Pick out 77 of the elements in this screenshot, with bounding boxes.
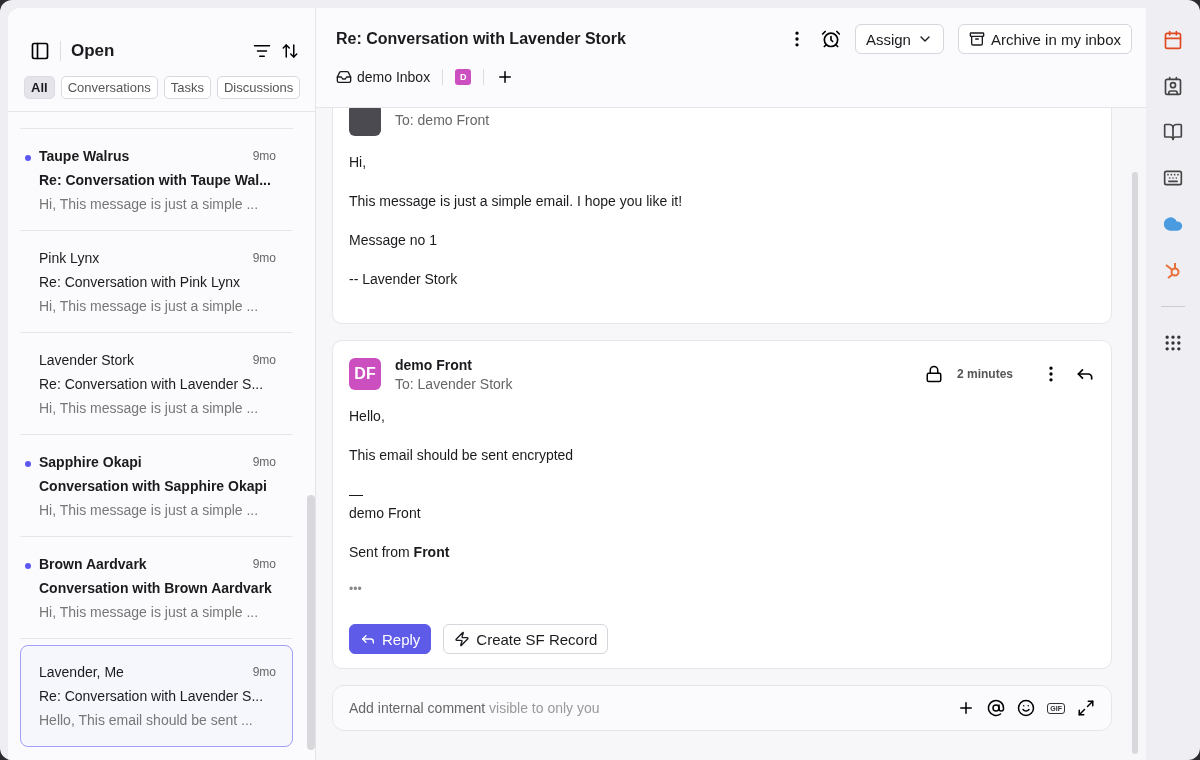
reply-button[interactable]: Reply [349, 624, 432, 654]
apps-grid-icon[interactable] [1163, 333, 1183, 353]
conversation-item[interactable]: Lavender, Me 9mo Re: Conversation with Lavender S... Hello, This email should be sent ... [20, 645, 293, 747]
recipient: To: demo Front [395, 112, 491, 128]
conversation-preview: Hi, This message is just a simple ... [39, 298, 260, 314]
conversation-subject: Re: Conversation with Taupe Wal... [39, 172, 272, 188]
teammate-badge[interactable]: D [455, 69, 472, 85]
scrollbar-thumb[interactable] [1132, 172, 1138, 754]
assign-button[interactable]: Assign [854, 24, 944, 54]
sender-name: demo Front [395, 356, 473, 373]
book-icon[interactable] [1163, 122, 1183, 142]
contact-card-icon[interactable] [1163, 76, 1183, 96]
message-text: Message no 1 [349, 231, 438, 250]
archive-box-icon [968, 31, 985, 47]
conversation-title: Re: Conversation with Lavender Stork [336, 30, 627, 48]
filter-icon[interactable] [253, 42, 271, 60]
conversation-time: 9mo [252, 455, 276, 469]
recipient: To: Lavender Stork [395, 375, 514, 392]
lock-icon [925, 365, 943, 383]
contact-name: Pink Lynx [39, 250, 100, 266]
create-record-button[interactable]: Create SF Record [443, 624, 609, 654]
calendar-icon[interactable] [1163, 30, 1183, 50]
conversation-subject: Re: Conversation with Pink Lynx [39, 274, 242, 290]
inbox-tag[interactable]: demo Inbox [336, 69, 444, 85]
conversation-preview: Hi, This message is just a simple ... [39, 502, 260, 518]
conversation-preview: Hello, This email should be sent ... [39, 712, 254, 728]
filter-chip[interactable]: All [24, 76, 55, 99]
conversation-item[interactable]: Pink Lynx 9mo Re: Conversation with Pink Lynx Hi, This message is just a simple ... [20, 231, 293, 333]
contact-name: Lavender Stork [39, 352, 134, 368]
alarm-clock-icon[interactable] [820, 29, 841, 49]
conversation-subject: Re: Conversation with Lavender S... [39, 688, 265, 704]
message-text: This email should be sent encrypted [349, 446, 575, 465]
conversation-item[interactable]: Brown Aardvark 9mo Conversation with Brown Aardvark Hi, This message is just a simple ... [20, 537, 293, 639]
message-text: Hello, [349, 407, 386, 426]
conversation-subject: Conversation with Brown Aardvark [39, 580, 273, 596]
message-text: Hi, [349, 153, 368, 172]
contact-name: Brown Aardvark [39, 556, 147, 572]
conversation-subject: Re: Conversation with Lavender S... [39, 376, 265, 392]
contact-name: Taupe Walrus [39, 148, 130, 164]
filter-chip[interactable]: Tasks [163, 76, 211, 99]
message-text: -- Lavender Stork [349, 270, 459, 289]
expand-icon[interactable] [1077, 699, 1095, 717]
cloud-icon[interactable] [1163, 214, 1183, 234]
filter-chip[interactable]: Discussions [216, 76, 301, 99]
conversation-item[interactable]: Lavender Stork 9mo Re: Conversation with Lavender S... Hi, This message is just a simple ... [20, 333, 293, 435]
conversation-preview: Hi, This message is just a simple ... [39, 196, 260, 212]
conversation-preview: Hi, This message is just a simple ... [39, 604, 260, 620]
lightning-icon [454, 631, 471, 647]
emoji-icon[interactable] [1017, 699, 1036, 717]
conversation-item[interactable]: Sapphire Okapi 9mo Conversation with Sapphire Okapi Hi, This message is just a simple ... [20, 435, 293, 537]
view-title: Open [60, 41, 243, 61]
inbox-tray-icon [336, 69, 352, 85]
conversation-time: 9mo [252, 557, 276, 571]
conversation-subject: Conversation with Sapphire Okapi [39, 478, 268, 494]
sender-avatar [349, 108, 381, 136]
conversation-time: 9mo [252, 251, 276, 265]
contact-name: Sapphire Okapi [39, 454, 142, 470]
scrollbar-thumb[interactable] [307, 495, 315, 750]
sidebar-toggle-icon[interactable] [30, 41, 50, 61]
show-more-toggle[interactable]: ••• [349, 582, 1095, 596]
archive-button[interactable]: Archive in my inbox [957, 24, 1132, 54]
contact-name: Lavender, Me [39, 664, 124, 680]
filter-chip[interactable]: Conversations [60, 76, 158, 99]
message-time: 2 minutes [957, 367, 1013, 381]
message-text: Sent from Front [349, 543, 451, 562]
conversation-preview: Hi, This message is just a simple ... [39, 400, 260, 416]
keyboard-icon[interactable] [1163, 168, 1183, 188]
message-text: This message is just a simple email. I hope you like it! [349, 192, 684, 211]
mention-icon[interactable] [987, 699, 1006, 717]
message-text: — demo Front [349, 485, 422, 523]
sort-icon[interactable] [281, 42, 299, 60]
sender-avatar: DF [349, 358, 381, 390]
conversation-time: 9mo [252, 665, 276, 679]
conversation-time: 9mo [252, 149, 276, 163]
conversation-time: 9mo [252, 353, 276, 367]
comment-placeholder: Add internal comment visible to only you [349, 700, 601, 716]
conversation-item[interactable]: Taupe Walrus 9mo Re: Conversation with Taupe Wal... Hi, This message is just a simple ... [20, 129, 293, 231]
